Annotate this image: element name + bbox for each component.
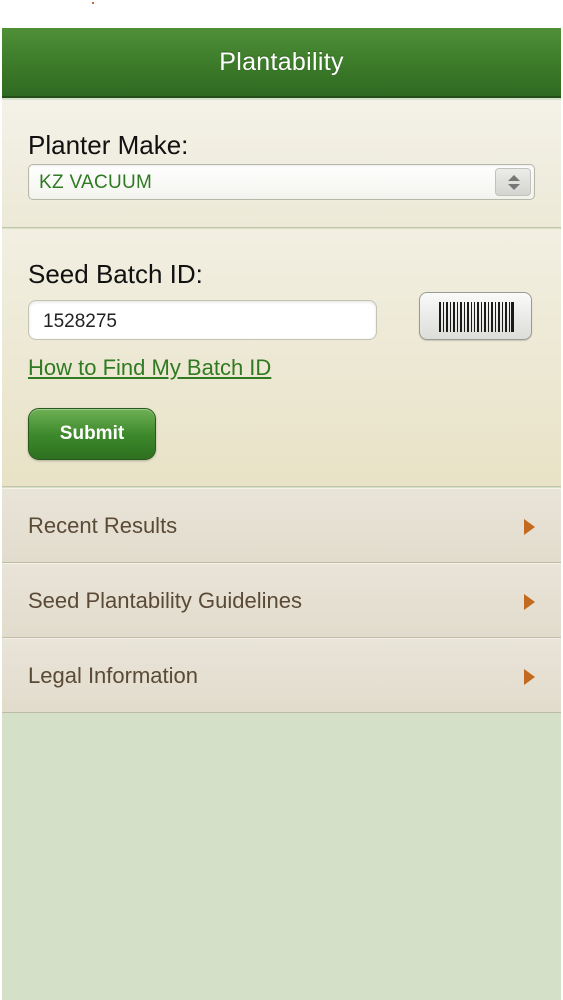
menu-item-recent-results[interactable]: Recent Results bbox=[2, 488, 561, 563]
scan-barcode-button[interactable] bbox=[419, 292, 532, 340]
chevron-right-icon bbox=[524, 519, 535, 535]
menu-item-label: Legal Information bbox=[28, 663, 198, 688]
chevron-up-icon bbox=[508, 175, 520, 181]
chevron-right-icon bbox=[524, 594, 535, 610]
app-screen: Plantability Planter Make: KZ VACUUM See… bbox=[2, 28, 561, 1000]
chevron-down-icon bbox=[508, 184, 520, 190]
find-batch-id-link[interactable]: How to Find My Batch ID bbox=[28, 355, 271, 381]
planter-make-label: Planter Make: bbox=[28, 130, 189, 160]
menu-list: Recent Results Seed Plantability Guideli… bbox=[2, 488, 561, 713]
menu-item-legal-information[interactable]: Legal Information bbox=[2, 638, 561, 713]
planter-make-panel: Planter Make: KZ VACUUM bbox=[2, 100, 561, 228]
select-arrows-icon[interactable] bbox=[495, 168, 531, 196]
page-title: Plantability bbox=[219, 47, 344, 76]
planter-make-select[interactable]: KZ VACUUM bbox=[28, 164, 535, 200]
menu-item-label: Recent Results bbox=[28, 513, 178, 538]
navigation-bar: Plantability bbox=[2, 28, 561, 98]
menu-item-label: Seed Plantability Guidelines bbox=[28, 588, 302, 613]
status-strip bbox=[0, 0, 563, 28]
seed-batch-input[interactable]: 1528275 bbox=[28, 300, 377, 340]
seed-batch-label: Seed Batch ID: bbox=[28, 259, 203, 289]
seed-batch-panel: Seed Batch ID: 1528275 How to Find My Ba… bbox=[2, 229, 561, 487]
seed-batch-input-value: 1528275 bbox=[43, 311, 117, 332]
menu-item-seed-plantability-guidelines[interactable]: Seed Plantability Guidelines bbox=[2, 563, 561, 638]
submit-button[interactable]: Submit bbox=[28, 408, 156, 460]
chevron-right-icon bbox=[524, 669, 535, 685]
planter-make-selected-value: KZ VACUUM bbox=[39, 172, 153, 193]
barcode-icon bbox=[439, 302, 515, 332]
status-dot bbox=[92, 2, 94, 4]
